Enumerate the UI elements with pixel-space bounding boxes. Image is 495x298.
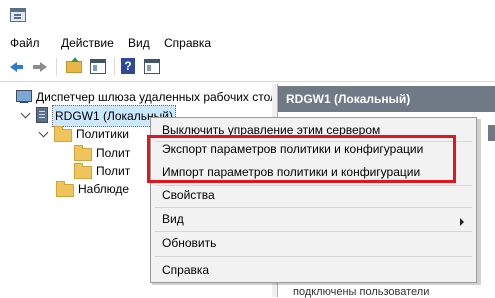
properties-icon	[144, 59, 160, 74]
forward-button[interactable]	[30, 56, 50, 76]
tree-node-root-label: Диспетчер шлюза удаленных рабочих стол	[36, 90, 278, 104]
show-hide-tree-icon	[90, 59, 106, 74]
close-button[interactable]	[465, 0, 495, 28]
toolbar-separator	[114, 58, 115, 76]
menu-item-help[interactable]: Справка	[162, 260, 209, 280]
menu-view[interactable]: Вид	[128, 36, 150, 50]
menu-action[interactable]: Действие	[61, 36, 114, 50]
help-button[interactable]: ?	[118, 56, 138, 76]
menu-bar: Файл Действие Вид Справка	[0, 33, 495, 53]
menu-separator	[155, 256, 472, 257]
menu-separator	[155, 231, 472, 232]
submenu-arrow-icon	[460, 218, 464, 226]
tree-node-policy-child-2-label: Полит	[96, 164, 131, 178]
console-icon	[16, 90, 32, 104]
expand-chevron-icon[interactable]	[20, 108, 31, 119]
menu-item-refresh[interactable]: Обновить	[162, 233, 216, 253]
folder-icon	[56, 181, 74, 197]
red-highlight-box	[147, 135, 456, 183]
show-hide-tree-button[interactable]	[88, 56, 108, 76]
results-pane-header: RDGW1 (Локальный)	[278, 86, 495, 112]
tree-node-policies-label: Политики	[76, 127, 129, 141]
toolbar-separator	[56, 58, 57, 76]
expand-chevron-icon[interactable]	[38, 127, 49, 138]
properties-button[interactable]	[142, 56, 162, 76]
folder-icon	[54, 126, 72, 142]
folder-icon	[74, 163, 92, 179]
menu-help[interactable]: Справка	[164, 36, 211, 50]
menu-item-properties[interactable]: Свойства	[162, 185, 215, 205]
menu-file[interactable]: Файл	[10, 36, 40, 50]
menu-separator	[155, 207, 472, 208]
results-pane-text: подключены пользователи	[293, 286, 430, 298]
folder-icon	[74, 145, 92, 161]
menu-item-view[interactable]: Вид	[162, 209, 184, 229]
forward-arrow-icon	[33, 62, 47, 72]
tree-node-policy-child-1-label: Полит	[96, 146, 131, 160]
toolbar: ?	[0, 53, 495, 82]
mmc-app-icon	[10, 8, 26, 22]
results-pane-section-header	[488, 125, 495, 141]
title-bar	[0, 0, 495, 30]
server-icon	[36, 107, 48, 123]
help-icon: ?	[121, 58, 135, 74]
folder-up-icon	[66, 57, 82, 73]
tree-node-monitoring-label: Наблюде	[78, 182, 130, 196]
back-button[interactable]	[8, 56, 28, 76]
up-one-level-button[interactable]	[63, 56, 83, 76]
back-arrow-icon	[10, 62, 23, 72]
